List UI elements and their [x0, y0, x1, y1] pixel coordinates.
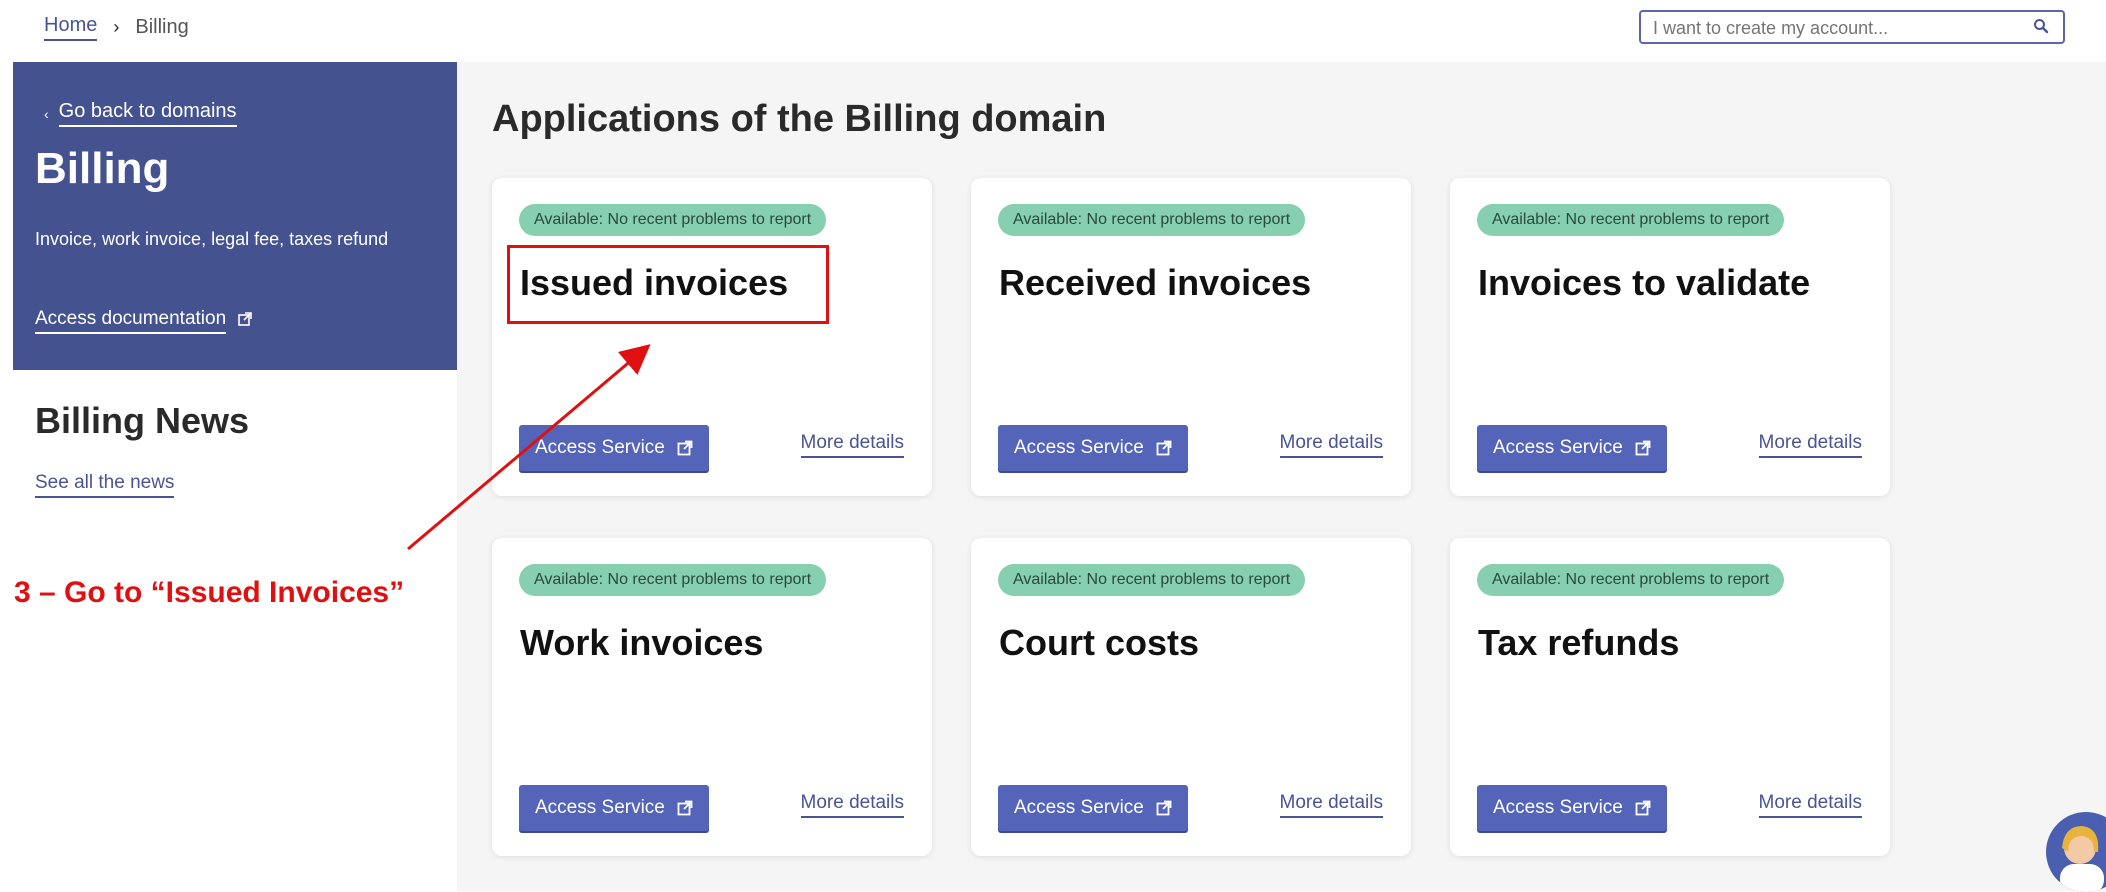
top-bar: Home › Billing: [0, 0, 2106, 58]
search-box[interactable]: [1639, 10, 2065, 44]
search-icon[interactable]: [2033, 18, 2049, 39]
more-details-link[interactable]: More details: [800, 792, 904, 818]
access-service-label: Access Service: [1014, 437, 1144, 458]
back-to-domains-link[interactable]: ‹ Go back to domains: [44, 100, 237, 127]
more-details-link[interactable]: More details: [800, 432, 904, 458]
breadcrumb: Home › Billing: [44, 14, 189, 41]
domain-title: Billing: [35, 144, 170, 193]
card-title[interactable]: Issued invoices: [520, 262, 788, 304]
status-badge: Available: No recent problems to report: [1477, 204, 1785, 236]
annotation-step-label: 3 – Go to “Issued Invoices”: [14, 576, 405, 609]
access-documentation-link[interactable]: Access documentation: [35, 308, 252, 334]
access-service-label: Access Service: [1014, 797, 1144, 818]
access-service-button[interactable]: Access Service: [519, 425, 709, 471]
status-badge: Available: No recent problems to report: [519, 204, 827, 236]
status-badge: Available: No recent problems to report: [1477, 564, 1785, 596]
status-badge: Available: No recent problems to report: [519, 564, 827, 596]
access-service-button[interactable]: Access Service: [1477, 785, 1667, 831]
more-details-link[interactable]: More details: [1758, 792, 1862, 818]
external-link-icon: [1635, 800, 1651, 816]
card-title[interactable]: Received invoices: [999, 262, 1311, 304]
more-details-link[interactable]: More details: [1758, 432, 1862, 458]
more-details-link[interactable]: More details: [1279, 792, 1383, 818]
external-link-icon: [677, 440, 693, 456]
news-title: Billing News: [35, 400, 250, 441]
breadcrumb-separator: ›: [113, 17, 120, 37]
status-badge: Available: No recent problems to report: [998, 204, 1306, 236]
access-service-button[interactable]: Access Service: [1477, 425, 1667, 471]
app-card-court-costs: Available: No recent problems to report …: [971, 538, 1411, 856]
access-service-label: Access Service: [1493, 437, 1623, 458]
app-card-invoices-to-validate: Available: No recent problems to report …: [1450, 178, 1890, 496]
search-input[interactable]: [1651, 12, 2025, 44]
see-all-news-link[interactable]: See all the news: [35, 472, 175, 498]
back-to-domains-label: Go back to domains: [58, 100, 237, 127]
external-link-icon: [238, 310, 252, 332]
access-service-label: Access Service: [1493, 797, 1623, 818]
app-card-tax-refunds: Available: No recent problems to report …: [1450, 538, 1890, 856]
access-service-label: Access Service: [535, 797, 665, 818]
app-card-work-invoices: Available: No recent problems to report …: [492, 538, 932, 856]
app-card-issued-invoices: Available: No recent problems to report …: [492, 178, 932, 496]
chevron-left-icon: ‹: [44, 105, 49, 122]
more-details-link[interactable]: More details: [1279, 432, 1383, 458]
breadcrumb-home-link[interactable]: Home: [44, 14, 98, 41]
access-documentation-label: Access documentation: [35, 308, 227, 334]
access-service-button[interactable]: Access Service: [998, 785, 1188, 831]
external-link-icon: [1156, 440, 1172, 456]
card-title[interactable]: Work invoices: [520, 622, 763, 664]
access-service-button[interactable]: Access Service: [998, 425, 1188, 471]
external-link-icon: [1635, 440, 1651, 456]
external-link-icon: [677, 800, 693, 816]
status-badge: Available: No recent problems to report: [998, 564, 1306, 596]
breadcrumb-current: Billing: [135, 16, 189, 38]
domain-description: Invoice, work invoice, legal fee, taxes …: [35, 229, 389, 249]
card-title[interactable]: Court costs: [999, 622, 1199, 664]
domain-panel: ‹ Go back to domains Billing Invoice, wo…: [13, 62, 457, 370]
app-card-received-invoices: Available: No recent problems to report …: [971, 178, 1411, 496]
access-service-button[interactable]: Access Service: [519, 785, 709, 831]
card-title[interactable]: Tax refunds: [1478, 622, 1679, 664]
card-title[interactable]: Invoices to validate: [1478, 262, 1810, 304]
external-link-icon: [1156, 800, 1172, 816]
access-service-label: Access Service: [535, 437, 665, 458]
page-title: Applications of the Billing domain: [492, 98, 1107, 140]
applications-area: Applications of the Billing domain Avail…: [457, 62, 2106, 891]
